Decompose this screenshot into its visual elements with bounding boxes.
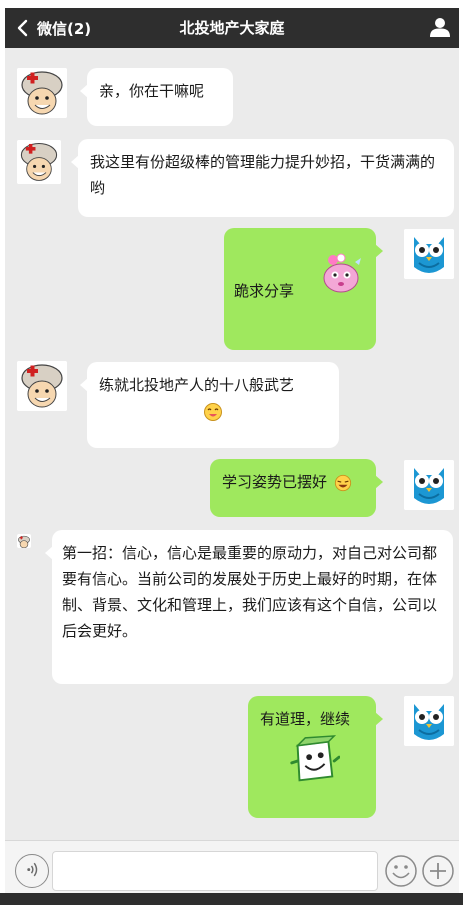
message-text: 第一招：信心，信心是最重要的原动力，对自己对公司都要有信心。当前公司的发展处于历… [62, 544, 438, 640]
message-text: 亲，你在干嘛呢 [99, 82, 205, 100]
voice-icon [27, 862, 38, 877]
message-bubble[interactable]: 我这里有份超级棒的管理能力提升妙招，干货满满的哟 [71, 139, 454, 217]
message-text: 学习姿势已摆好 [222, 473, 328, 491]
message-bubble[interactable]: 第一招：信心，信心是最重要的原动力，对自己对公司都要有信心。当前公司的发展处于历… [45, 530, 453, 684]
avatar-soldier-small[interactable] [17, 534, 31, 548]
message-input[interactable] [52, 851, 378, 891]
message-bubble-sent[interactable]: 有道理，继续 [248, 696, 383, 818]
bottom-strip [0, 893, 463, 905]
avatar-owl[interactable] [404, 460, 454, 510]
message-bubble-sent[interactable]: 跪求分享 [224, 228, 383, 350]
user-icon[interactable] [429, 16, 451, 38]
message-bubble[interactable]: 亲，你在干嘛呢 [80, 68, 233, 126]
message-text: 练就北投地产人的十八般武艺 [99, 376, 295, 394]
message-text: 有道理，继续 [260, 710, 351, 728]
avatar-soldier[interactable] [17, 361, 67, 411]
avatar-soldier[interactable] [17, 140, 61, 184]
top-navigation-bar: 微信(2) 北投地产大家庭 [5, 8, 459, 48]
input-bar [5, 840, 459, 901]
plus-icon[interactable] [421, 854, 455, 888]
smile-face-emoji [204, 403, 222, 421]
emoji-icon[interactable] [384, 854, 418, 888]
avatar-owl[interactable] [404, 229, 454, 279]
avatar-owl[interactable] [404, 696, 454, 746]
message-bubble-sent[interactable]: 学习姿势已摆好 [210, 459, 383, 517]
avatar-soldier[interactable] [17, 68, 67, 118]
chat-title: 北投地产大家庭 [179, 19, 285, 37]
chat-screen: 微信(2) 北投地产大家庭 亲，你在干嘛呢 我这里有份超级棒的管理能力提升妙招，… [5, 8, 459, 901]
pink-character-sticker [323, 253, 361, 293]
voice-button[interactable] [15, 854, 49, 888]
message-text: 我这里有份超级棒的管理能力提升妙招，干货满满的哟 [90, 153, 436, 197]
message-text: 跪求分享 [234, 282, 295, 300]
message-bubble[interactable]: 练就北投地产人的十八般武艺 [80, 362, 339, 448]
green-box-sticker [290, 735, 340, 782]
laugh-face-emoji [334, 474, 351, 491]
